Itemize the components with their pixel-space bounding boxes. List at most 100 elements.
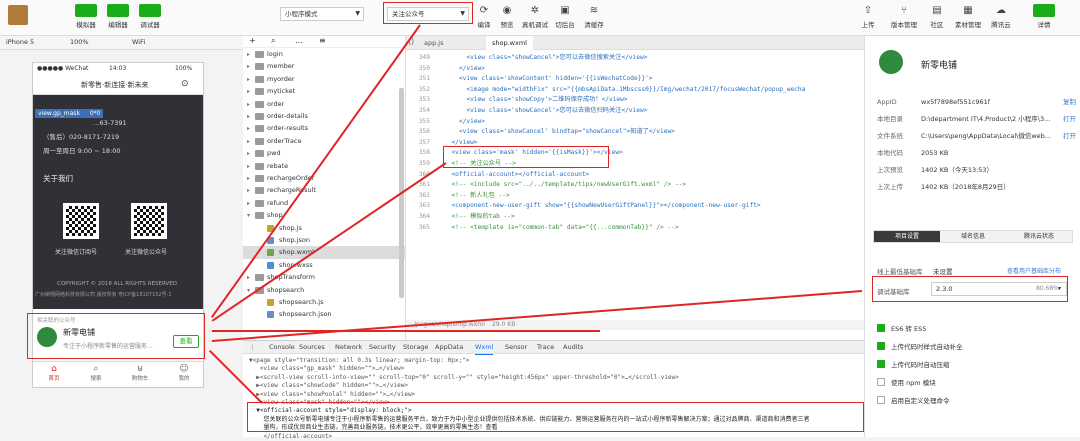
- network-select[interactable]: WiFi: [132, 38, 145, 46]
- tree-item[interactable]: ▸ refund: [243, 197, 405, 210]
- tencent-cloud-button[interactable]: ☁ 腾讯云: [981, 4, 1021, 29]
- setting-checkbox[interactable]: 启用自定义处理命令: [877, 396, 950, 406]
- code-line[interactable]: 364 <!-- 模拟的tab -->: [406, 212, 864, 222]
- search-icon[interactable]: ⌕: [271, 36, 275, 46]
- debug-tab[interactable]: Wxml: [475, 341, 494, 355]
- inspect-icon[interactable]: ⋮: [249, 341, 256, 354]
- info-row: 本地代码 2053 KB: [877, 147, 1077, 159]
- code-line[interactable]: 351 <view class='showContent' hidden='{{…: [406, 74, 864, 84]
- code-line[interactable]: 349 <view class="showCancel">您可以去微信搜索关注<…: [406, 53, 864, 63]
- chevron-icon[interactable]: ▸: [247, 147, 250, 160]
- code-line[interactable]: 356 <view class='showCancel' bindtap="sh…: [406, 127, 864, 137]
- tree-item[interactable]: shopsearch.json: [243, 308, 405, 321]
- tab-app-js[interactable]: app.js: [418, 36, 450, 50]
- tree-item[interactable]: ▸ myticket: [243, 85, 405, 98]
- chevron-icon[interactable]: ▸: [247, 48, 250, 61]
- mode-select[interactable]: 小程序模式 ▼: [280, 7, 364, 21]
- tab-cloud-status[interactable]: 腾讯云状态: [1006, 231, 1072, 242]
- chevron-icon[interactable]: ▸: [247, 60, 250, 73]
- tree-item[interactable]: shop.wxml: [243, 246, 405, 260]
- setting-checkbox[interactable]: ES6 转 ES5: [877, 324, 926, 334]
- code-line[interactable]: 360 <official-account></official-account…: [406, 170, 864, 180]
- code-line[interactable]: 354 <view class='showCancel'>您可以去微信扫码关注<…: [406, 106, 864, 116]
- code-line[interactable]: 350 </view>: [406, 64, 864, 74]
- code-line[interactable]: 352 <image mode="widthFix" src="{{mbsApi…: [406, 85, 864, 95]
- chevron-icon[interactable]: ▸: [247, 85, 250, 98]
- debug-tab[interactable]: Sensor: [505, 341, 527, 354]
- chevron-icon[interactable]: ▸: [247, 184, 250, 197]
- tab-mine[interactable]: ☺ 我的: [169, 364, 199, 382]
- debug-tab[interactable]: Audits: [563, 341, 583, 354]
- tree-item[interactable]: ▸ rechargeResult: [243, 184, 405, 197]
- more-icon[interactable]: …: [295, 36, 303, 45]
- tree-item[interactable]: ▸ rebate: [243, 160, 405, 173]
- info-action-link[interactable]: 复制: [1063, 96, 1076, 108]
- checkbox-icon[interactable]: [877, 378, 885, 386]
- tree-item[interactable]: ▸ order-results: [243, 122, 405, 135]
- tree-item[interactable]: ▸ orderTrace: [243, 135, 405, 148]
- chevron-icon[interactable]: ▸: [247, 98, 250, 111]
- chevron-icon[interactable]: ▸: [247, 110, 250, 123]
- upload-button[interactable]: ⇧ 上传: [848, 4, 888, 29]
- debug-tab[interactable]: Console: [269, 341, 295, 354]
- tree-item[interactable]: shop.wxss: [243, 259, 405, 272]
- chevron-icon[interactable]: ▸: [247, 172, 250, 185]
- chevron-icon[interactable]: ▸: [247, 271, 250, 284]
- chevron-icon[interactable]: ▾: [247, 209, 250, 222]
- lib-distribution-link[interactable]: 查看用户基础库分布: [1007, 266, 1061, 275]
- info-action-link[interactable]: 打开: [1063, 113, 1076, 125]
- code-line[interactable]: 362 <!-- 新人礼包 -->: [406, 191, 864, 201]
- tree-item[interactable]: shopsearch.js: [243, 296, 405, 309]
- tree-item[interactable]: ▸ order: [243, 98, 405, 111]
- avatar[interactable]: [8, 5, 28, 25]
- setting-checkbox[interactable]: 上传代码时样式自动补全: [877, 342, 963, 352]
- wxml-node[interactable]: </official-account>: [249, 432, 870, 441]
- code-line[interactable]: 353 <view class='showCopy'>二维码保存成功！</vie…: [406, 95, 864, 105]
- debug-tab[interactable]: AppData: [435, 341, 463, 354]
- debug-tab[interactable]: Sources: [299, 341, 325, 354]
- debug-tab[interactable]: Trace: [537, 341, 554, 354]
- tree-item[interactable]: ▸ member: [243, 60, 405, 73]
- debug-tab[interactable]: Security: [369, 341, 396, 354]
- tree-item[interactable]: ▾ shop: [243, 209, 405, 222]
- chevron-icon[interactable]: ▸: [247, 197, 250, 210]
- device-select[interactable]: iPhone 5: [6, 38, 34, 46]
- tab-search[interactable]: ⌕ 搜索: [81, 364, 111, 382]
- tree-item[interactable]: ▾ shopsearch: [243, 284, 405, 297]
- setting-checkbox[interactable]: 使用 npm 模块: [877, 378, 936, 388]
- debug-tab[interactable]: Network: [335, 341, 362, 354]
- tree-item[interactable]: shop.js: [243, 222, 405, 235]
- tab-domain-info[interactable]: 域名信息: [940, 231, 1006, 242]
- code-line[interactable]: 365 <!-- <template is="common-tab" data=…: [406, 223, 864, 233]
- tab-project-settings[interactable]: 项目设置: [874, 231, 940, 242]
- tab-cart[interactable]: ⊎ 购物车: [125, 364, 155, 382]
- checkbox-icon[interactable]: [877, 342, 885, 350]
- tab-shop-wxml[interactable]: shop.wxml: [486, 36, 533, 50]
- checkbox-icon[interactable]: [877, 396, 885, 404]
- tree-item[interactable]: ▸ order-details: [243, 110, 405, 123]
- add-icon[interactable]: +: [249, 36, 256, 45]
- zoom-select[interactable]: 100%: [70, 38, 89, 46]
- code-line[interactable]: 355 </view>: [406, 117, 864, 127]
- info-action-link[interactable]: 打开: [1063, 130, 1076, 142]
- chevron-icon[interactable]: ▸: [247, 160, 250, 173]
- chevron-icon[interactable]: ▸: [247, 135, 250, 148]
- capsule-icon[interactable]: ⊙: [181, 79, 189, 89]
- info-row: 上次上传 1402 KB（2018年8月29日）: [877, 181, 1077, 193]
- debug-tab[interactable]: Storage: [403, 341, 428, 354]
- chevron-icon[interactable]: ▸: [247, 73, 250, 86]
- detail-button[interactable]: 详情: [1024, 4, 1064, 29]
- tree-item[interactable]: ▸ rechargeOrder: [243, 172, 405, 185]
- tab-home[interactable]: ⌂ 首页: [39, 364, 69, 382]
- setting-checkbox[interactable]: 上传代码时自动压缩: [877, 360, 950, 370]
- layout-icon[interactable]: ≡: [319, 36, 326, 45]
- checkbox-icon[interactable]: [877, 360, 885, 368]
- line-number: 355: [418, 117, 430, 125]
- code-line[interactable]: 363 <component-new-user-gift show="{{sho…: [406, 201, 864, 211]
- tree-item[interactable]: ▸ login: [243, 48, 405, 61]
- checkbox-icon[interactable]: [877, 324, 885, 332]
- chevron-icon[interactable]: ▸: [247, 122, 250, 135]
- clear-cache-button[interactable]: ≋ 清缓存: [574, 4, 614, 29]
- code-line[interactable]: 361 <!-- <include src="../../template/ti…: [406, 180, 864, 190]
- debugger-toggle-button[interactable]: 调试器: [130, 4, 170, 29]
